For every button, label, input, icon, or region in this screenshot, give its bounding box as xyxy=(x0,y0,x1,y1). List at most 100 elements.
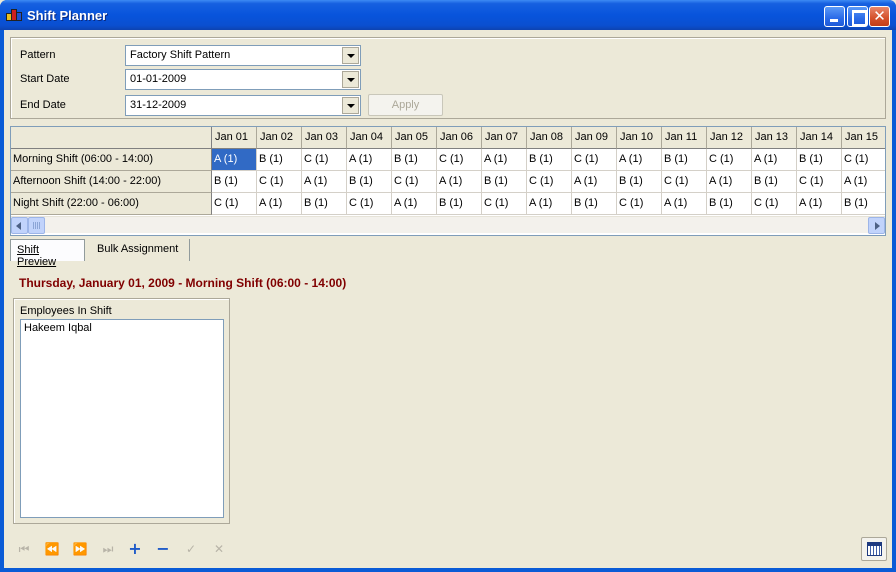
grid-cell[interactable]: B (1) xyxy=(212,171,257,193)
column-header: Jan 05 xyxy=(392,127,437,149)
grid-cell[interactable]: C (1) xyxy=(212,193,257,215)
list-item[interactable]: Hakeem Iqbal xyxy=(24,322,92,334)
maximize-button[interactable] xyxy=(847,6,868,27)
grid-cell[interactable]: B (1) xyxy=(347,171,392,193)
grid-cell[interactable]: C (1) xyxy=(302,149,347,171)
grid-cell[interactable]: A (1) xyxy=(212,149,257,171)
grid-cell[interactable]: C (1) xyxy=(392,171,437,193)
chevron-down-icon[interactable] xyxy=(342,47,359,64)
grid-cell[interactable]: C (1) xyxy=(347,193,392,215)
grid-cell[interactable]: A (1) xyxy=(752,149,797,171)
row-header: Morning Shift (06:00 - 14:00) xyxy=(11,149,212,171)
grid-cell[interactable]: C (1) xyxy=(842,149,885,171)
grid-cell[interactable]: C (1) xyxy=(572,149,617,171)
add-icon[interactable]: + xyxy=(125,541,145,557)
grid-cell[interactable]: C (1) xyxy=(257,171,302,193)
grid-cell[interactable]: B (1) xyxy=(797,149,842,171)
apply-button[interactable]: Apply xyxy=(368,94,443,116)
column-header: Jan 11 xyxy=(662,127,707,149)
cancel-icon[interactable]: ✕ xyxy=(209,541,229,557)
grid-cell[interactable]: A (1) xyxy=(527,193,572,215)
pattern-label: Pattern xyxy=(20,49,56,61)
remove-icon[interactable]: − xyxy=(153,541,173,557)
grid-cell[interactable]: C (1) xyxy=(797,171,842,193)
grid-cell[interactable]: C (1) xyxy=(437,149,482,171)
tab-shift-preview[interactable]: Shift Preview xyxy=(10,239,85,268)
grid-cell[interactable]: A (1) xyxy=(842,171,885,193)
grid-corner-header xyxy=(11,127,212,149)
grid-cell[interactable]: B (1) xyxy=(302,193,347,215)
grid-cell[interactable]: A (1) xyxy=(392,193,437,215)
scroll-right-icon[interactable] xyxy=(868,217,885,234)
grid-cell[interactable]: A (1) xyxy=(437,171,482,193)
column-header: Jan 08 xyxy=(527,127,572,149)
shift-planner-window: Shift Planner ✕ Pattern Factory Shift Pa… xyxy=(0,0,896,572)
grid-cell[interactable]: C (1) xyxy=(617,193,662,215)
chevron-down-icon[interactable] xyxy=(342,71,359,88)
column-header: Jan 06 xyxy=(437,127,482,149)
horizontal-scrollbar[interactable] xyxy=(11,216,885,234)
next-icon[interactable]: ⏩ xyxy=(70,541,90,557)
minimize-button[interactable] xyxy=(824,6,845,27)
pattern-select[interactable]: Factory Shift Pattern xyxy=(125,45,361,66)
grid-cell[interactable]: C (1) xyxy=(707,149,752,171)
grid-cell[interactable]: C (1) xyxy=(662,171,707,193)
grid-cell[interactable]: B (1) xyxy=(392,149,437,171)
confirm-icon[interactable]: ✓ xyxy=(181,541,201,557)
grid-cell[interactable]: B (1) xyxy=(752,171,797,193)
grid-cell[interactable]: C (1) xyxy=(482,193,527,215)
end-date-label: End Date xyxy=(20,99,66,111)
column-header: Jan 01 xyxy=(212,127,257,149)
filter-panel: Pattern Factory Shift Pattern Start Date… xyxy=(10,37,886,119)
column-header: Jan 12 xyxy=(707,127,752,149)
start-date-picker[interactable]: 01-01-2009 xyxy=(125,69,361,90)
close-icon: ✕ xyxy=(873,7,886,25)
grid-cell[interactable]: C (1) xyxy=(752,193,797,215)
grid-cell[interactable]: B (1) xyxy=(527,149,572,171)
column-header: Jan 07 xyxy=(482,127,527,149)
row-header: Night Shift (22:00 - 06:00) xyxy=(11,193,212,215)
grid-cell[interactable]: B (1) xyxy=(257,149,302,171)
calendar-button[interactable] xyxy=(861,537,887,561)
start-date-value: 01-01-2009 xyxy=(130,73,187,85)
grid-cell[interactable]: C (1) xyxy=(527,171,572,193)
shift-grid[interactable]: Jan 01 Jan 02 Jan 03 Jan 04 Jan 05 Jan 06 Jan … xyxy=(10,126,886,236)
grid-cell[interactable]: A (1) xyxy=(662,193,707,215)
close-button[interactable]: ✕ xyxy=(869,6,890,27)
scroll-thumb[interactable] xyxy=(28,217,45,234)
tab-label: Bulk Assignment xyxy=(97,243,179,255)
column-header: Jan 09 xyxy=(572,127,617,149)
grid-cell[interactable]: A (1) xyxy=(797,193,842,215)
grid-cell[interactable]: B (1) xyxy=(572,193,617,215)
grid-cell[interactable]: A (1) xyxy=(572,171,617,193)
grid-cell[interactable]: A (1) xyxy=(347,149,392,171)
end-date-picker[interactable]: 31-12-2009 xyxy=(125,95,361,116)
client-area: Pattern Factory Shift Pattern Start Date… xyxy=(4,30,892,568)
scroll-left-icon[interactable] xyxy=(11,217,28,234)
grid-cell[interactable]: B (1) xyxy=(617,171,662,193)
grid-cell[interactable]: A (1) xyxy=(707,171,752,193)
grid-cell[interactable]: B (1) xyxy=(437,193,482,215)
row-header: Afternoon Shift (14:00 - 22:00) xyxy=(11,171,212,193)
employees-list[interactable]: Hakeem Iqbal xyxy=(20,319,224,518)
grid-cell[interactable]: B (1) xyxy=(662,149,707,171)
preview-title: Thursday, January 01, 2009 - Morning Shi… xyxy=(19,276,347,290)
grid-cell[interactable]: A (1) xyxy=(617,149,662,171)
tab-bulk-assignment[interactable]: Bulk Assignment xyxy=(91,239,190,261)
grid-cell[interactable]: A (1) xyxy=(482,149,527,171)
grid-cell[interactable]: B (1) xyxy=(482,171,527,193)
chevron-down-icon[interactable] xyxy=(342,97,359,114)
employees-group: Employees In Shift Hakeem Iqbal xyxy=(13,298,230,524)
window-title: Shift Planner xyxy=(27,8,108,23)
first-icon[interactable]: ⏮ xyxy=(14,541,34,557)
title-bar[interactable]: Shift Planner ✕ xyxy=(0,0,896,30)
last-icon[interactable]: ⏭ xyxy=(98,541,118,557)
grid-cell[interactable]: A (1) xyxy=(257,193,302,215)
column-header: Jan 03 xyxy=(302,127,347,149)
grid-cell[interactable]: A (1) xyxy=(302,171,347,193)
grid-cell[interactable]: B (1) xyxy=(707,193,752,215)
prev-icon[interactable]: ⏪ xyxy=(42,541,62,557)
grid-cell[interactable]: B (1) xyxy=(842,193,885,215)
column-header: Jan 15 xyxy=(842,127,885,149)
calendar-icon xyxy=(867,542,882,556)
